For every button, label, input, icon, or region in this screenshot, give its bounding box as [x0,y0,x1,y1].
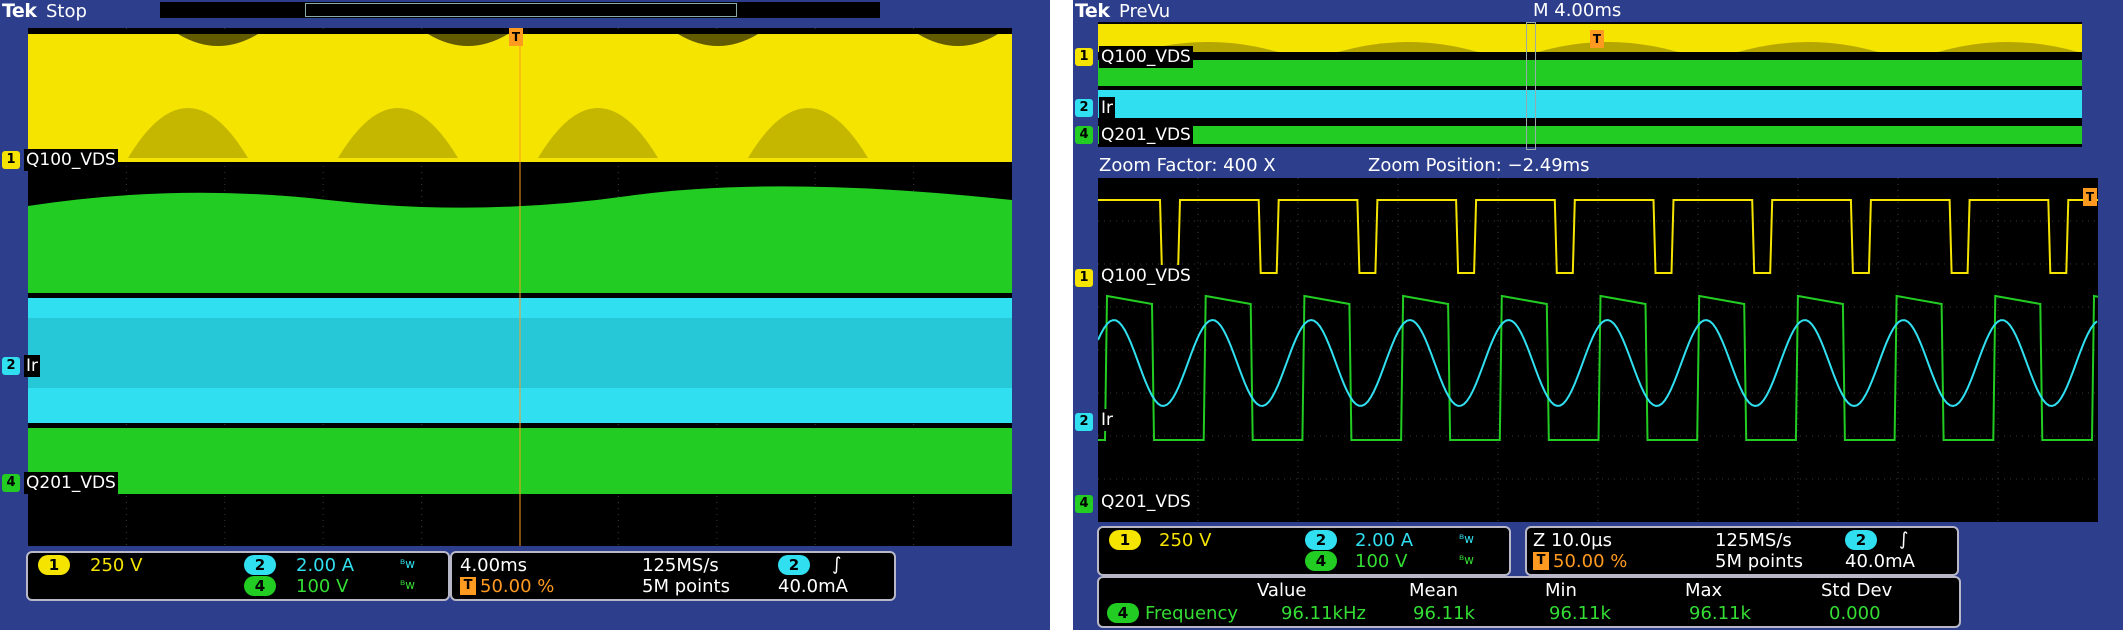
zoom-ch1-marker[interactable]: 1 [1075,269,1093,287]
ch2-ground-marker[interactable]: 2 [2,357,20,375]
meas-stddev: 0.000 [1829,603,1881,624]
zoom-ch2-label: Ir [1099,409,1116,431]
trigger-position-marker[interactable]: T [509,28,523,46]
ch4-ground-marker[interactable]: 4 [2,474,20,492]
vertical-readout-panel-right[interactable]: 1 250 V 2 2.00 A ᴮw 4 100 V ᴮw [1097,526,1511,576]
trigger-position-readout: 50.00 % [480,576,555,597]
zoom-trigger-marker[interactable]: T [2083,188,2097,206]
ch4-scale: 100 V [296,576,349,597]
right-trigger-position-readout: 50.00 % [1553,551,1628,572]
zoom-graticule [1098,178,2098,522]
meas-channel-marker: 4 [1107,603,1139,623]
record-length-readout: 5M points [642,576,730,597]
overview-ch4-lower [1098,126,2082,144]
right-sample-rate-readout: 125MS/s [1715,530,1792,551]
right-ch4-scale: 100 V [1355,551,1408,572]
zoom-ch4-label: Q201_VDS [1099,491,1193,513]
measurement-panel[interactable]: Value Mean Min Max Std Dev 4 Frequency 9… [1097,576,1961,628]
zoom-display[interactable] [1098,178,2098,522]
overview-ch2-label: Ir [1099,97,1116,119]
ch1-scale: 250 V [90,555,143,576]
horizontal-readout-panel-right[interactable]: Z 10.0µs T 50.00 % 125MS/s 5M points 2 ∫… [1525,526,1959,576]
overview-ch2-band [1098,90,2082,118]
zoom-ch2-marker[interactable]: 2 [1075,413,1093,431]
meas-max: 96.11k [1689,603,1751,624]
overview-ch4-marker[interactable]: 4 [1075,126,1093,144]
brand-logo: Tek [2,0,37,22]
right-trigger-source-marker: 2 [1845,530,1877,550]
zoom-ch4-trace [1098,294,2098,441]
ch1-readout-marker: 1 [38,555,70,575]
acquisition-state: Stop [46,1,87,22]
meas-name: Frequency [1145,603,1238,624]
ch2-readout-marker: 2 [244,555,276,575]
horizontal-readout-panel[interactable]: 4.00ms T 50.00 % 125MS/s 5M points 2 ∫ 4… [450,551,896,601]
record-view-bar[interactable] [160,2,880,18]
record-view-window[interactable] [305,3,737,17]
meas-mean: 96.11k [1413,603,1475,624]
right-ch4-bandwidth-icon: ᴮw [1459,553,1474,567]
vertical-readout-panel[interactable]: 1 250 V 2 2.00 A ᴮw 4 100 V ᴮw [26,551,450,601]
right-record-length-readout: 5M points [1715,551,1803,572]
trigger-slope-icon: ∫ [832,554,842,575]
zoom-position: Zoom Position: −2.49ms [1368,155,1590,176]
ch1-label: Q100_VDS [24,149,118,171]
zoom-timebase-readout: Z 10.0µs [1533,530,1612,551]
ch4-readout-marker: 4 [244,576,276,596]
meas-header-max: Max [1685,580,1723,601]
right-ch2-readout-marker: 2 [1305,530,1337,550]
meas-header-mean: Mean [1409,580,1459,601]
ch4-label: Q201_VDS [24,472,118,494]
right-trigger-icon: T [1533,552,1549,570]
overview-ch2-marker[interactable]: 2 [1075,99,1093,117]
zoom-factor: Zoom Factor: 400 X [1099,155,1276,176]
right-ch2-scale: 2.00 A [1355,530,1414,551]
brand-logo-right: Tek [1075,0,1110,22]
zoom-box[interactable] [1526,22,1536,150]
overview-ch1-marker[interactable]: 1 [1075,48,1093,66]
right-ch1-readout-marker: 1 [1109,530,1141,550]
overview-ch4-upper [1098,60,2082,86]
zoom-ch4-marker[interactable]: 4 [1075,495,1093,513]
right-ch4-readout-marker: 4 [1305,551,1337,571]
ch2-scale: 2.00 A [296,555,355,576]
ch4-bandwidth-icon: ᴮw [400,578,415,592]
acquisition-state-right: PreVu [1119,1,1171,22]
waveform-display[interactable] [28,28,1012,546]
right-trigger-slope-icon: ∫ [1899,529,1909,550]
trigger-icon: T [460,577,476,595]
meas-min: 96.11k [1549,603,1611,624]
trigger-source-marker: 2 [778,555,810,575]
ch2-label: Ir [24,355,41,377]
ch2-bandwidth-icon: ᴮw [400,557,415,571]
scope-left: Tek Stop 1 Q100_VDS 2 Ir 4 Q201_VDS T 1 … [0,0,1050,630]
zoom-ch1-label: Q100_VDS [1099,265,1193,287]
overview-trigger-marker[interactable]: T [1590,30,1604,48]
trigger-level-readout: 40.0mA [778,576,848,597]
overview-ch4-label: Q201_VDS [1099,124,1193,146]
status-bar: Tek Stop [0,0,1050,22]
meas-header-min: Min [1545,580,1577,601]
ch1-ground-marker[interactable]: 1 [2,151,20,169]
timebase-readout: 4.00ms [460,555,527,576]
meas-header-value: Value [1257,580,1307,601]
sample-rate-readout: 125MS/s [642,555,719,576]
meas-header-stddev: Std Dev [1821,580,1893,601]
scope-right: Tek PreVu M 4.00ms T 1 Q100_VDS 2 Ir 4 Q… [1073,0,2123,630]
main-timebase: M 4.00ms [1533,0,1622,21]
meas-value: 96.11kHz [1281,603,1366,624]
right-ch2-bandwidth-icon: ᴮw [1459,532,1474,546]
overview-ch1-label: Q100_VDS [1099,46,1193,68]
status-bar-right: Tek PreVu M 4.00ms [1073,0,2123,22]
waveform-canvas [28,28,1012,546]
zoom-ch2-trace [1098,318,2098,408]
right-ch1-scale: 250 V [1159,530,1212,551]
zoom-canvas [1098,178,2098,522]
right-trigger-level-readout: 40.0mA [1845,551,1915,572]
